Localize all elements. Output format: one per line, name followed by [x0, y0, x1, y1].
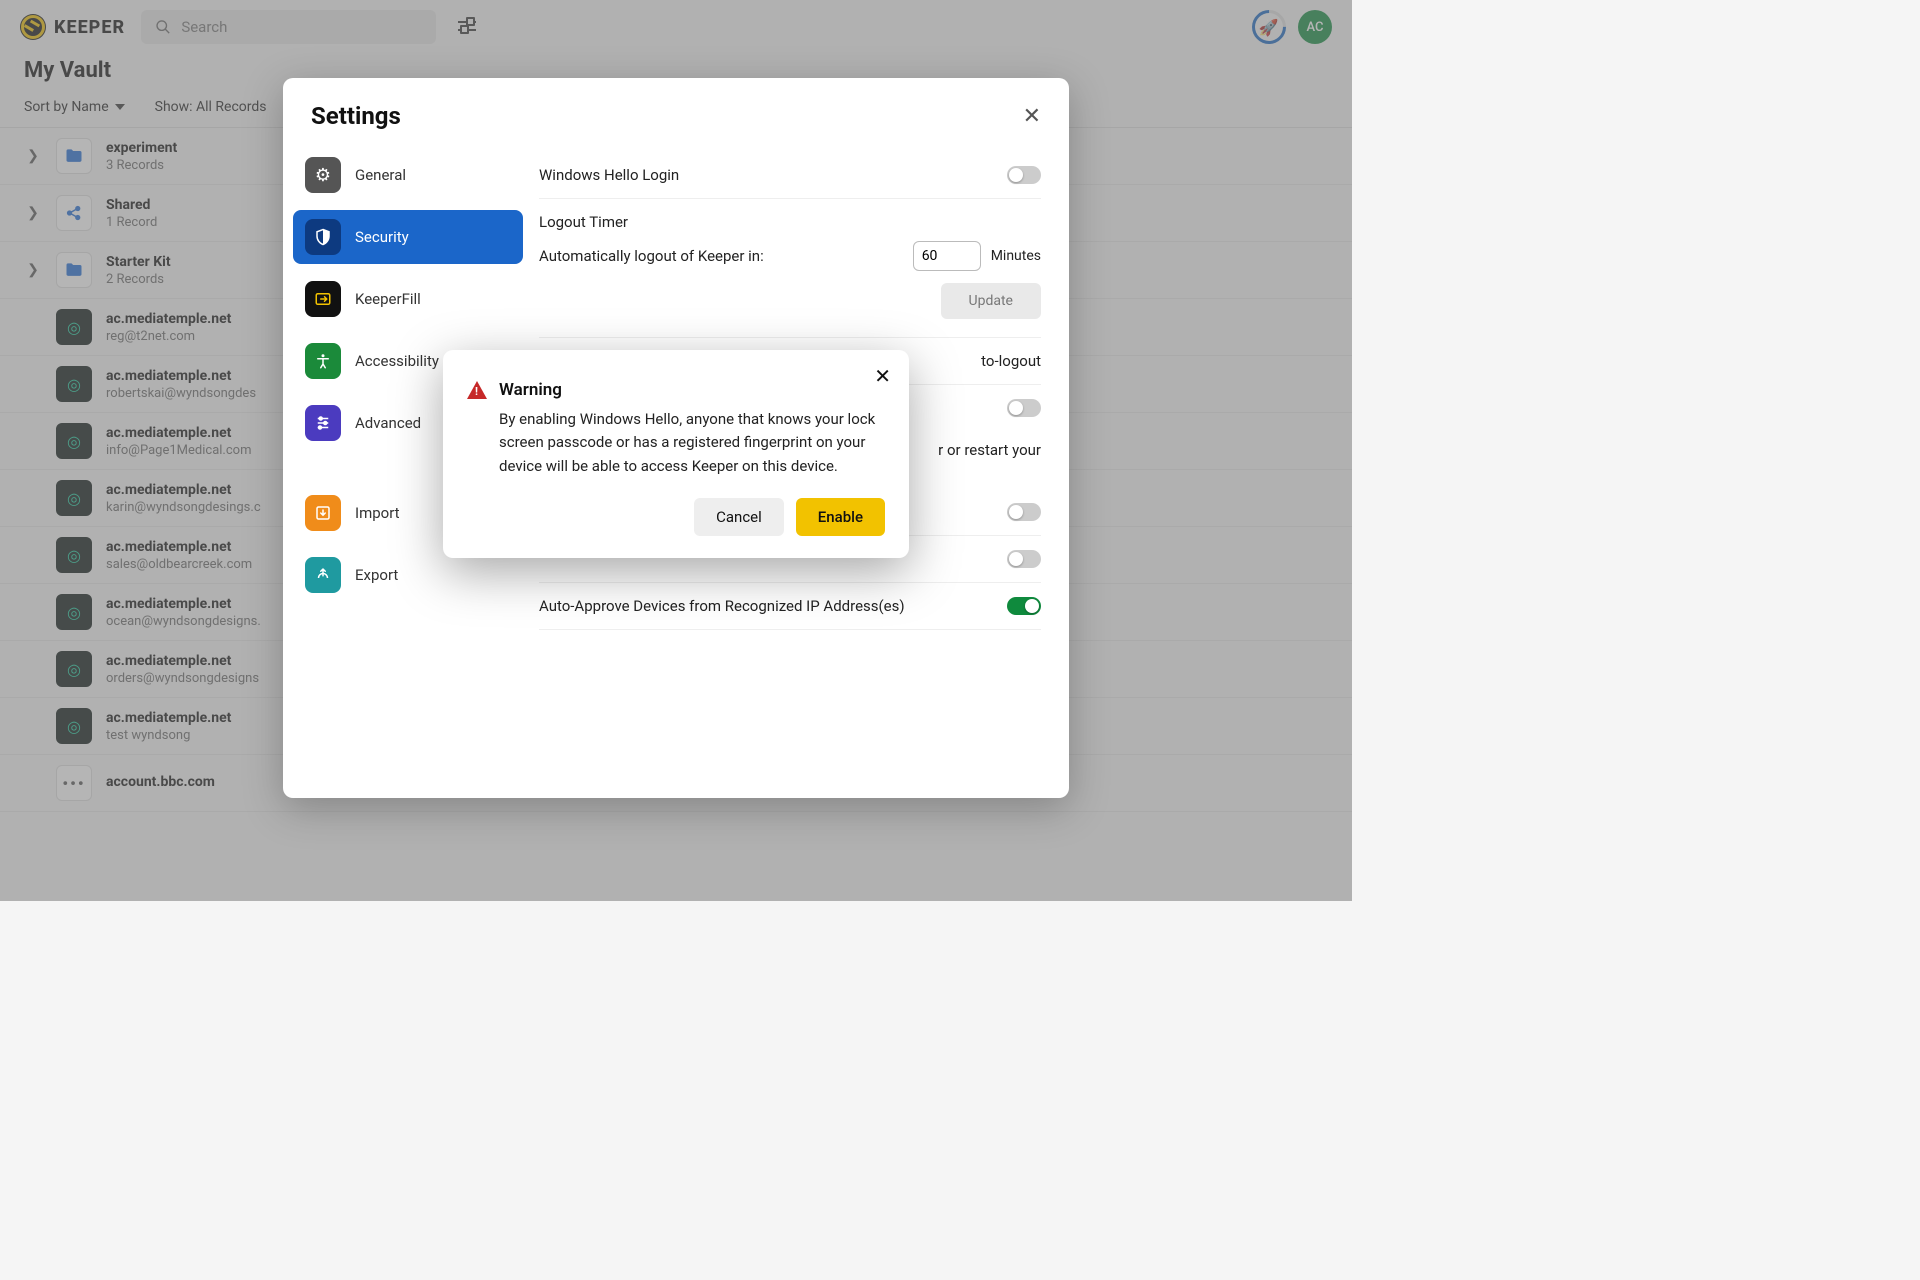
warning-title: Warning	[499, 380, 562, 400]
warning-icon	[467, 381, 487, 399]
accessibility-icon	[305, 343, 341, 379]
nav-security[interactable]: Security	[293, 210, 523, 264]
keeperfill-icon	[305, 281, 341, 317]
settings-title: Settings	[311, 102, 401, 130]
warning-body: By enabling Windows Hello, anyone that k…	[467, 408, 885, 478]
setting-windows-hello: Windows Hello Login	[539, 152, 1041, 199]
logout-timeout-input[interactable]	[913, 241, 981, 271]
sliders-icon	[305, 405, 341, 441]
shield-icon	[305, 219, 341, 255]
toggle[interactable]	[1007, 550, 1041, 568]
setting-logout-timer: Logout Timer Automatically logout of Kee…	[539, 199, 1041, 338]
toggle[interactable]	[1007, 503, 1041, 521]
close-icon[interactable]: ✕	[874, 364, 891, 388]
enable-button[interactable]: Enable	[796, 498, 885, 536]
close-icon[interactable]: ✕	[1023, 104, 1041, 129]
update-button[interactable]: Update	[941, 283, 1041, 319]
import-icon	[305, 495, 341, 531]
cancel-button[interactable]: Cancel	[694, 498, 784, 536]
nav-keeperfill[interactable]: KeeperFill	[293, 272, 523, 326]
setting-auto-approve: Auto-Approve Devices from Recognized IP …	[539, 583, 1041, 630]
nav-general[interactable]: ⚙General	[293, 148, 523, 202]
warning-dialog: ✕ Warning By enabling Windows Hello, any…	[443, 350, 909, 558]
toggle[interactable]	[1007, 399, 1041, 417]
toggle-windows-hello[interactable]	[1007, 166, 1041, 184]
toggle-auto-approve[interactable]	[1007, 597, 1041, 615]
gear-icon: ⚙	[305, 157, 341, 193]
export-icon	[305, 557, 341, 593]
